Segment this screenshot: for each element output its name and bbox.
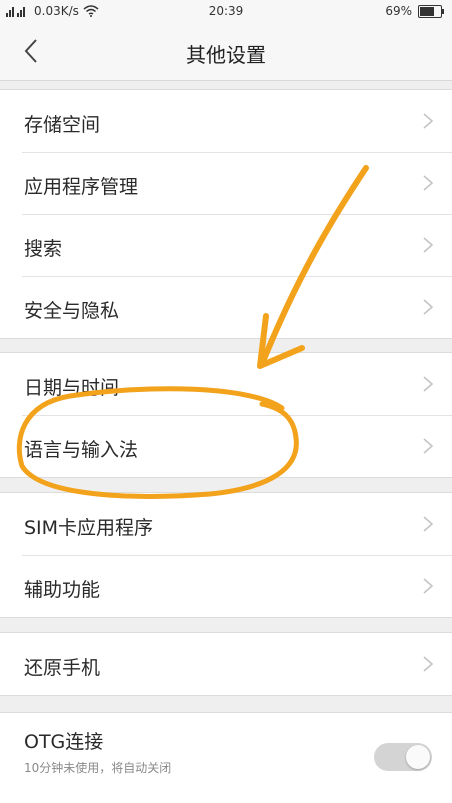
- setting-app-management[interactable]: 应用程序管理: [0, 152, 452, 214]
- toggle-knob: [406, 745, 430, 769]
- chevron-right-icon: [423, 578, 434, 594]
- setting-accessibility[interactable]: 辅助功能: [0, 555, 452, 617]
- chevron-right-icon: [423, 438, 434, 454]
- chevron-right-icon: [423, 175, 434, 191]
- status-bar: 0.03K/s 20:39 69%: [0, 0, 452, 24]
- setting-label: 还原手机: [24, 657, 101, 679]
- chevron-right-icon: [423, 299, 434, 315]
- setting-reset-phone[interactable]: 还原手机: [0, 633, 452, 695]
- settings-group-reset: 还原手机: [0, 632, 452, 696]
- clock: 20:39: [208, 4, 244, 18]
- setting-label: 应用程序管理: [24, 176, 139, 198]
- chevron-right-icon: [423, 656, 434, 672]
- setting-label: 安全与隐私: [24, 300, 120, 322]
- setting-sim-apps[interactable]: SIM卡应用程序: [0, 493, 452, 555]
- chevron-right-icon: [423, 376, 434, 392]
- settings-group-locale: 日期与时间 语言与输入法: [0, 352, 452, 478]
- setting-search[interactable]: 搜索: [0, 214, 452, 276]
- page-title: 其他设置: [186, 43, 266, 67]
- setting-label: 日期与时间: [24, 377, 120, 399]
- otg-toggle[interactable]: [374, 743, 432, 771]
- battery-percent: 69%: [385, 4, 412, 18]
- settings-group-sim-accessibility: SIM卡应用程序 辅助功能: [0, 492, 452, 618]
- setting-language-input[interactable]: 语言与输入法: [0, 415, 452, 477]
- chevron-right-icon: [423, 516, 434, 532]
- chevron-right-icon: [423, 237, 434, 253]
- setting-label: SIM卡应用程序: [24, 517, 154, 539]
- setting-storage[interactable]: 存储空间: [0, 90, 452, 152]
- status-right: 69%: [385, 4, 444, 18]
- setting-label: 搜索: [24, 238, 63, 260]
- setting-label: 语言与输入法: [24, 439, 139, 461]
- settings-group-otg: OTG连接 10分钟未使用，将自动关闭: [0, 712, 452, 803]
- setting-subtitle: 10分钟未使用，将自动关闭: [24, 761, 172, 775]
- chevron-right-icon: [423, 113, 434, 129]
- setting-otg[interactable]: OTG连接 10分钟未使用，将自动关闭: [0, 713, 452, 803]
- app-header: 其他设置: [0, 24, 452, 81]
- setting-date-time[interactable]: 日期与时间: [0, 353, 452, 415]
- setting-label: OTG连接: [24, 731, 104, 753]
- setting-security-privacy[interactable]: 安全与隐私: [0, 276, 452, 338]
- setting-label: 存储空间: [24, 114, 101, 136]
- battery-icon: [418, 4, 444, 18]
- settings-group-general: 存储空间 应用程序管理 搜索 安全与隐私: [0, 89, 452, 339]
- setting-label: 辅助功能: [24, 579, 101, 601]
